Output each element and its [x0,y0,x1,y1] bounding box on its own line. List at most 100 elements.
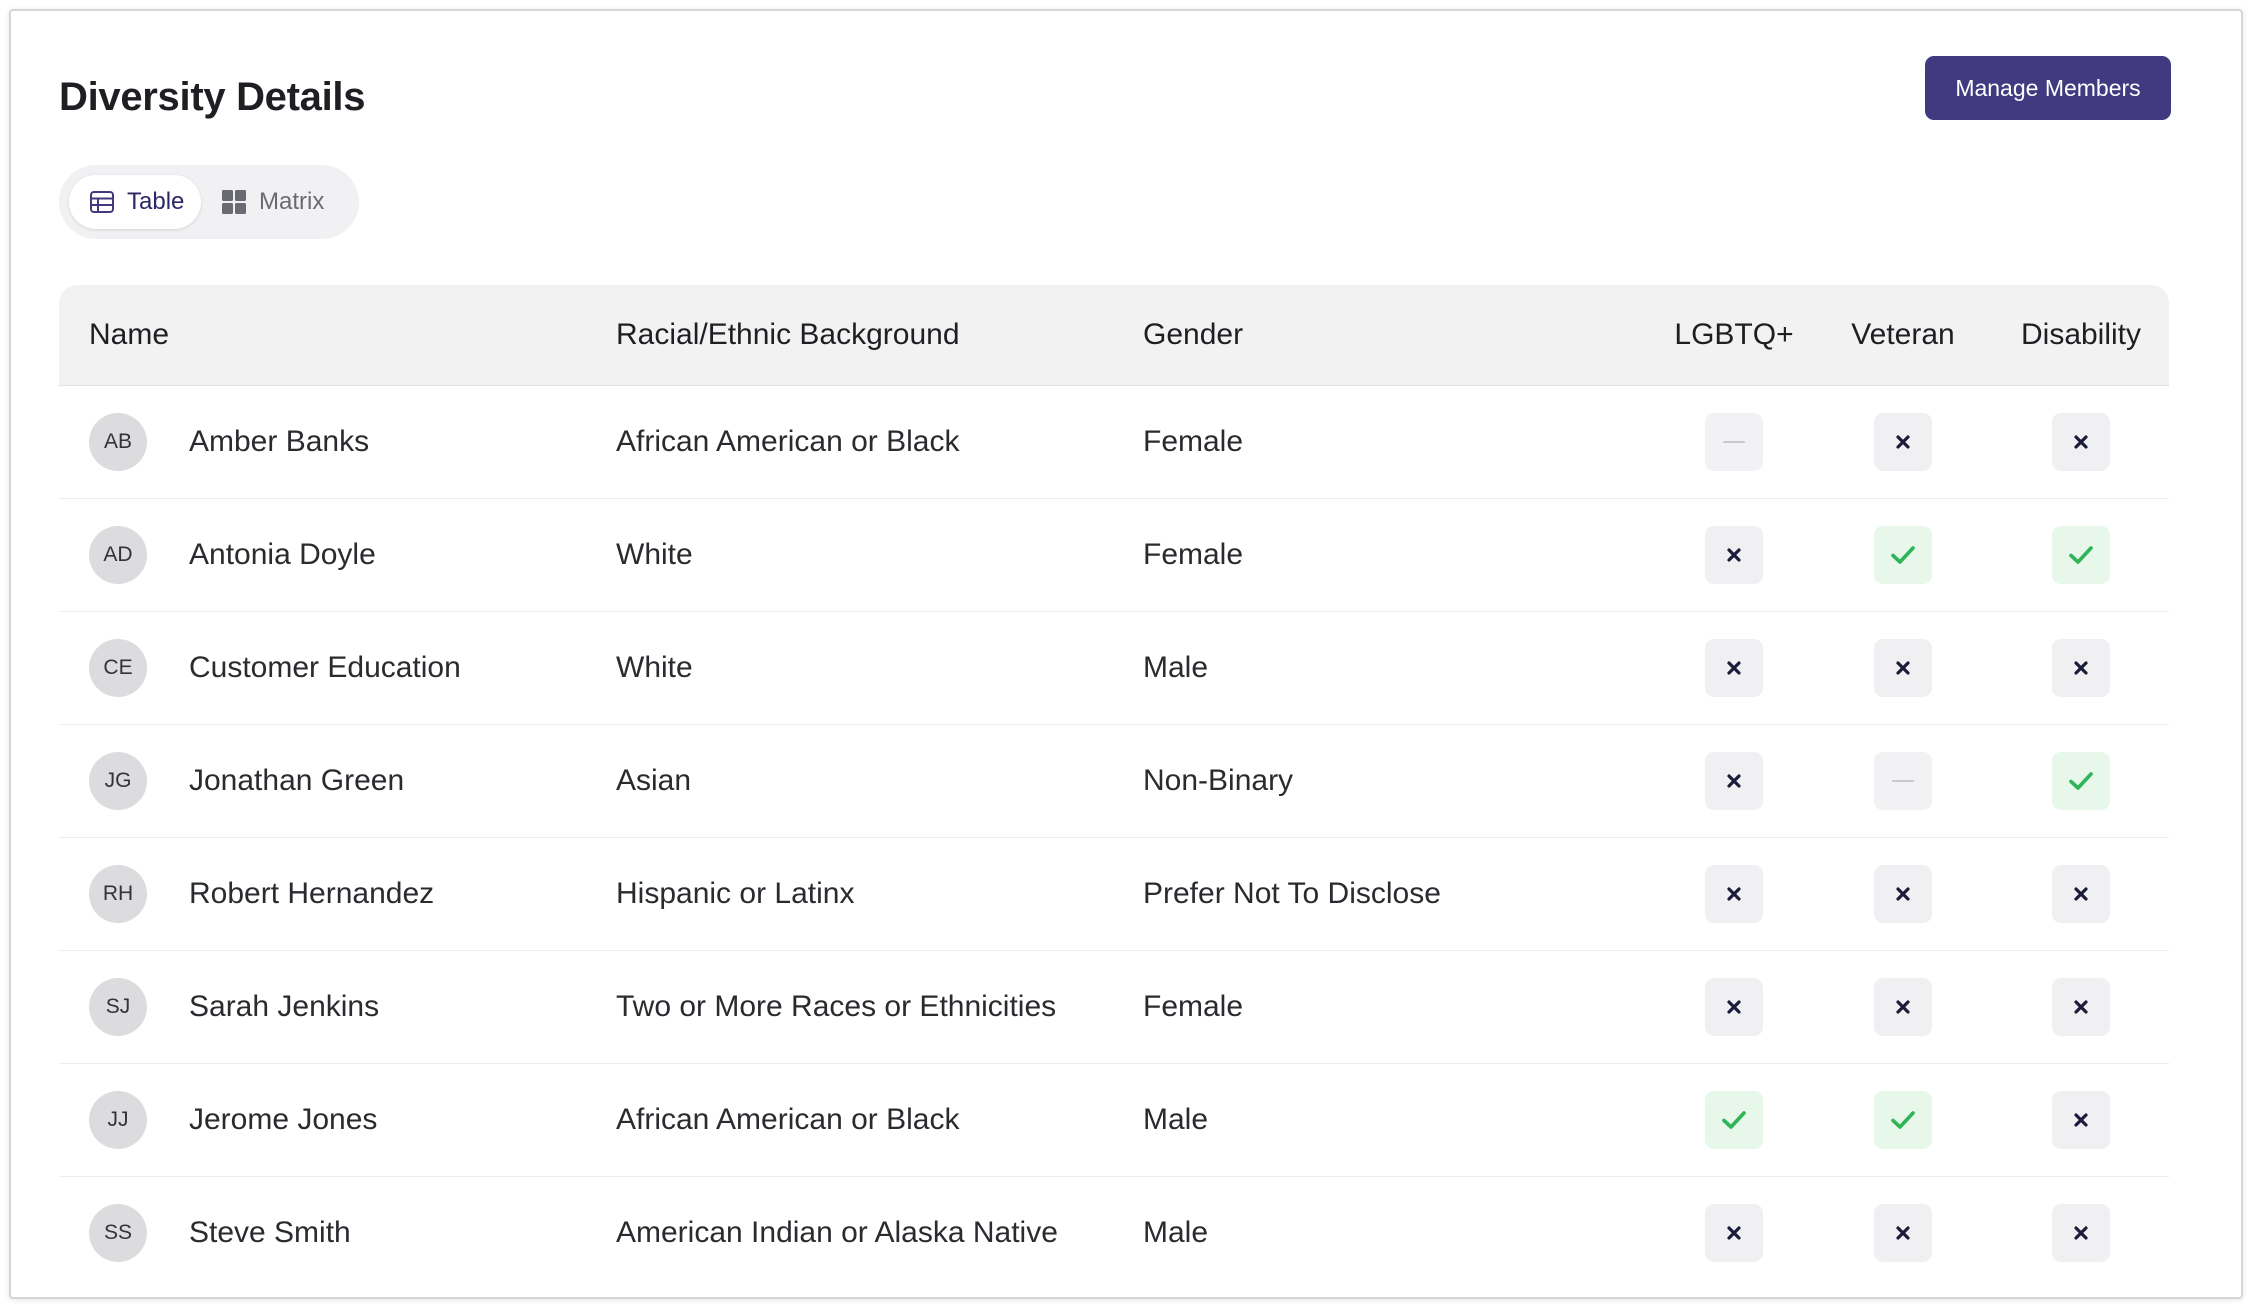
check-icon [1891,1111,1915,1129]
race-cell: Two or More Races or Ethnicities [616,990,1057,1023]
avatar: JG [89,752,147,810]
avatar: RH [89,865,147,923]
gender-cell: Male [1143,1216,1209,1249]
tab-table-label: Table [127,188,185,215]
avatar: CE [89,639,147,697]
table-row[interactable]: JJ Jerome Jones African American or Blac… [59,1064,2169,1177]
race-cell: Hispanic or Latinx [616,877,855,910]
header-race[interactable]: Racial/Ethnic Background [616,285,960,385]
member-name: Antonia Doyle [189,538,376,571]
veteran-status [1874,413,1932,471]
disability-status [2052,639,2110,697]
disability-status [2052,1091,2110,1149]
x-icon [1727,774,1741,788]
x-icon [2074,435,2088,449]
table-icon [89,190,115,214]
gender-cell: Male [1143,1103,1209,1136]
x-icon [1727,887,1741,901]
disability-status [2052,526,2110,584]
member-name: Robert Hernandez [189,877,435,910]
veteran-status [1874,639,1932,697]
x-icon [1896,887,1910,901]
page-title: Diversity Details [59,75,366,119]
avatar: SS [89,1204,147,1262]
member-name: Jonathan Green [189,764,405,797]
dash-icon [1723,441,1745,443]
check-icon [2069,546,2093,564]
manage-members-button[interactable]: Manage Members [1925,56,2171,120]
x-icon [1896,1000,1910,1014]
header-disability[interactable]: Disability [2019,285,2143,385]
table-row[interactable]: AD Antonia Doyle White Female [59,499,2169,612]
table-row[interactable]: CE Customer Education White Male [59,612,2169,725]
tab-table[interactable]: Table [69,175,201,229]
avatar: AB [89,413,147,471]
gender-cell: Female [1143,425,1244,458]
lgbt-status [1705,865,1763,923]
x-icon [2074,1226,2088,1240]
avatar: SJ [89,978,147,1036]
header-lgbt[interactable]: LGBTQ+ [1674,285,1793,385]
veteran-status [1874,526,1932,584]
x-icon [1896,1226,1910,1240]
x-icon [2074,1113,2088,1127]
race-cell: Asian [616,764,692,797]
veteran-status [1874,1091,1932,1149]
header-gender[interactable]: Gender [1143,285,1243,385]
table-row[interactable]: SS Steve Smith American Indian or Alaska… [59,1177,2169,1289]
header-veteran[interactable]: Veteran [1844,285,1962,385]
disability-status [2052,752,2110,810]
check-icon [1722,1111,1746,1129]
table-row[interactable]: SJ Sarah Jenkins Two or More Races or Et… [59,951,2169,1064]
avatar: AD [89,526,147,584]
disability-status [2052,413,2110,471]
gender-cell: Female [1143,538,1244,571]
veteran-status [1874,978,1932,1036]
gender-cell: Non-Binary [1143,764,1294,797]
table-row[interactable]: RH Robert Hernandez Hispanic or Latinx P… [59,838,2169,951]
gender-cell: Male [1143,651,1209,684]
race-cell: White [616,651,693,684]
race-cell: African American or Black [616,425,960,458]
view-toggle: Table Matrix [59,165,359,239]
check-icon [2069,772,2093,790]
x-icon [1727,1226,1741,1240]
x-icon [2074,1000,2088,1014]
grid-icon [221,189,247,215]
member-name: Jerome Jones [189,1103,378,1136]
gender-cell: Prefer Not To Disclose [1143,877,1441,910]
member-name: Customer Education [189,651,461,684]
disability-status [2052,865,2110,923]
table-row[interactable]: JG Jonathan Green Asian Non-Binary [59,725,2169,838]
lgbt-status [1705,1204,1763,1262]
race-cell: African American or Black [616,1103,960,1136]
x-icon [1727,548,1741,562]
veteran-status [1874,865,1932,923]
avatar: JJ [89,1091,147,1149]
veteran-status [1874,1204,1932,1262]
x-icon [1896,435,1910,449]
lgbt-status [1705,639,1763,697]
veteran-status [1874,752,1932,810]
x-icon [1896,661,1910,675]
race-cell: White [616,538,693,571]
tab-matrix[interactable]: Matrix [207,175,347,229]
table-row[interactable]: AB Amber Banks African American or Black… [59,386,2169,499]
tab-matrix-label: Matrix [259,188,325,215]
member-name: Sarah Jenkins [189,990,380,1023]
dash-icon [1892,780,1914,782]
disability-status [2052,1204,2110,1262]
diversity-details-panel: Diversity Details Manage Members Table M… [9,9,2243,1299]
check-icon [1891,546,1915,564]
x-icon [1727,1000,1741,1014]
diversity-table: Name Racial/Ethnic Background Gender LGB… [59,285,2169,1289]
header-name[interactable]: Name [89,285,169,385]
member-name: Amber Banks [189,425,370,458]
lgbt-status [1705,413,1763,471]
member-name: Steve Smith [189,1216,351,1249]
lgbt-status [1705,1091,1763,1149]
x-icon [2074,887,2088,901]
disability-status [2052,978,2110,1036]
gender-cell: Female [1143,990,1244,1023]
lgbt-status [1705,978,1763,1036]
